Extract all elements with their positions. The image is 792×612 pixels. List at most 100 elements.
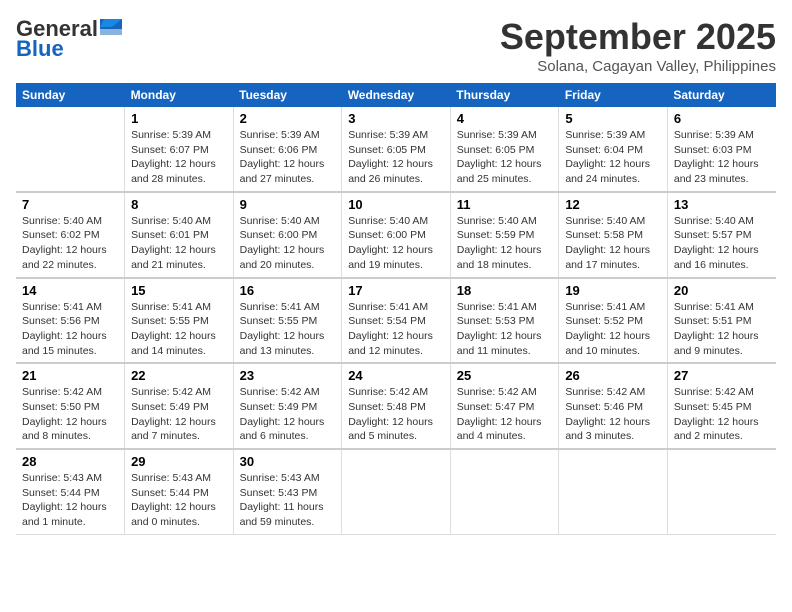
cell-text: Sunset: 6:05 PM (348, 143, 444, 158)
cell-text: Sunrise: 5:40 AM (565, 214, 661, 229)
cell-text: Sunrise: 5:43 AM (22, 471, 118, 486)
calendar-cell: 15Sunrise: 5:41 AMSunset: 5:55 PMDayligh… (125, 278, 234, 364)
day-number: 26 (565, 368, 661, 383)
cell-text: Sunrise: 5:42 AM (565, 385, 661, 400)
cell-text: and 22 minutes. (22, 258, 118, 273)
cell-text: Sunset: 6:04 PM (565, 143, 661, 158)
cell-text: and 4 minutes. (457, 429, 553, 444)
cell-text: Daylight: 12 hours (22, 243, 118, 258)
cell-text: Sunset: 5:47 PM (457, 400, 553, 415)
cell-text: Sunrise: 5:41 AM (457, 300, 553, 315)
logo-blue-text: Blue (16, 36, 64, 62)
day-number: 3 (348, 111, 444, 126)
cell-text: Sunrise: 5:43 AM (131, 471, 227, 486)
day-number: 5 (565, 111, 661, 126)
cell-text: Sunset: 6:00 PM (240, 228, 336, 243)
cell-text: Daylight: 12 hours (674, 329, 770, 344)
cell-text: Daylight: 12 hours (348, 329, 444, 344)
cell-text: Sunrise: 5:41 AM (674, 300, 770, 315)
day-number: 27 (674, 368, 770, 383)
cell-text: Sunset: 5:55 PM (240, 314, 336, 329)
calendar-cell: 28Sunrise: 5:43 AMSunset: 5:44 PMDayligh… (16, 449, 125, 534)
cell-text: Daylight: 12 hours (240, 415, 336, 430)
day-number: 7 (22, 197, 118, 212)
cell-text: and 0 minutes. (131, 515, 227, 530)
cell-text: Sunrise: 5:42 AM (240, 385, 336, 400)
cell-text: Sunset: 5:51 PM (674, 314, 770, 329)
cell-text: Sunrise: 5:40 AM (457, 214, 553, 229)
cell-text: Sunrise: 5:39 AM (674, 128, 770, 143)
calendar-week-row: 28Sunrise: 5:43 AMSunset: 5:44 PMDayligh… (16, 449, 776, 534)
weekday-header-sunday: Sunday (16, 83, 125, 107)
cell-text: Daylight: 12 hours (22, 500, 118, 515)
calendar-cell: 30Sunrise: 5:43 AMSunset: 5:43 PMDayligh… (233, 449, 342, 534)
title-area: September 2025 Solana, Cagayan Valley, P… (500, 16, 776, 75)
cell-text: and 10 minutes. (565, 344, 661, 359)
cell-text: and 23 minutes. (674, 172, 770, 187)
cell-text: Sunset: 6:00 PM (348, 228, 444, 243)
calendar-cell: 14Sunrise: 5:41 AMSunset: 5:56 PMDayligh… (16, 278, 125, 364)
calendar-cell: 27Sunrise: 5:42 AMSunset: 5:45 PMDayligh… (667, 363, 776, 449)
weekday-header-thursday: Thursday (450, 83, 559, 107)
day-number: 10 (348, 197, 444, 212)
day-number: 24 (348, 368, 444, 383)
day-number: 4 (457, 111, 553, 126)
cell-text: Daylight: 12 hours (348, 243, 444, 258)
cell-text: Daylight: 12 hours (457, 157, 553, 172)
cell-text: and 19 minutes. (348, 258, 444, 273)
cell-text: Daylight: 12 hours (674, 157, 770, 172)
cell-text: and 25 minutes. (457, 172, 553, 187)
calendar-cell: 24Sunrise: 5:42 AMSunset: 5:48 PMDayligh… (342, 363, 451, 449)
cell-text: Daylight: 12 hours (240, 329, 336, 344)
cell-text: and 21 minutes. (131, 258, 227, 273)
cell-text: and 11 minutes. (457, 344, 553, 359)
day-number: 28 (22, 454, 118, 469)
cell-text: Sunset: 5:53 PM (457, 314, 553, 329)
cell-text: Sunset: 5:43 PM (240, 486, 336, 501)
cell-text: Daylight: 12 hours (131, 415, 227, 430)
cell-text: Sunset: 5:59 PM (457, 228, 553, 243)
cell-text: and 14 minutes. (131, 344, 227, 359)
cell-text: Sunset: 5:52 PM (565, 314, 661, 329)
cell-text: Daylight: 12 hours (565, 243, 661, 258)
day-number: 12 (565, 197, 661, 212)
day-number: 1 (131, 111, 227, 126)
cell-text: Daylight: 12 hours (240, 157, 336, 172)
cell-text: Sunrise: 5:39 AM (565, 128, 661, 143)
day-number: 17 (348, 283, 444, 298)
cell-text: Daylight: 12 hours (457, 415, 553, 430)
calendar-cell: 21Sunrise: 5:42 AMSunset: 5:50 PMDayligh… (16, 363, 125, 449)
cell-text: Sunset: 5:49 PM (131, 400, 227, 415)
cell-text: and 26 minutes. (348, 172, 444, 187)
weekday-header-saturday: Saturday (667, 83, 776, 107)
cell-text: Daylight: 12 hours (22, 329, 118, 344)
day-number: 23 (240, 368, 336, 383)
cell-text: Daylight: 12 hours (131, 500, 227, 515)
calendar-cell: 26Sunrise: 5:42 AMSunset: 5:46 PMDayligh… (559, 363, 668, 449)
calendar-cell: 4Sunrise: 5:39 AMSunset: 6:05 PMDaylight… (450, 107, 559, 192)
cell-text: Daylight: 12 hours (674, 243, 770, 258)
cell-text: Sunset: 6:07 PM (131, 143, 227, 158)
day-number: 25 (457, 368, 553, 383)
calendar-cell: 8Sunrise: 5:40 AMSunset: 6:01 PMDaylight… (125, 192, 234, 278)
cell-text: Sunset: 5:55 PM (131, 314, 227, 329)
cell-text: and 16 minutes. (674, 258, 770, 273)
calendar-cell: 18Sunrise: 5:41 AMSunset: 5:53 PMDayligh… (450, 278, 559, 364)
calendar-cell: 10Sunrise: 5:40 AMSunset: 6:00 PMDayligh… (342, 192, 451, 278)
day-number: 21 (22, 368, 118, 383)
cell-text: Sunset: 6:03 PM (674, 143, 770, 158)
cell-text: Sunset: 5:54 PM (348, 314, 444, 329)
day-number: 20 (674, 283, 770, 298)
calendar-cell: 1Sunrise: 5:39 AMSunset: 6:07 PMDaylight… (125, 107, 234, 192)
day-number: 30 (240, 454, 336, 469)
calendar-week-row: 21Sunrise: 5:42 AMSunset: 5:50 PMDayligh… (16, 363, 776, 449)
calendar-cell: 16Sunrise: 5:41 AMSunset: 5:55 PMDayligh… (233, 278, 342, 364)
cell-text: Daylight: 12 hours (348, 415, 444, 430)
cell-text: Daylight: 12 hours (131, 243, 227, 258)
weekday-header-wednesday: Wednesday (342, 83, 451, 107)
cell-text: Sunrise: 5:41 AM (240, 300, 336, 315)
cell-text: and 24 minutes. (565, 172, 661, 187)
cell-text: and 13 minutes. (240, 344, 336, 359)
calendar-cell: 22Sunrise: 5:42 AMSunset: 5:49 PMDayligh… (125, 363, 234, 449)
cell-text: Daylight: 12 hours (240, 243, 336, 258)
